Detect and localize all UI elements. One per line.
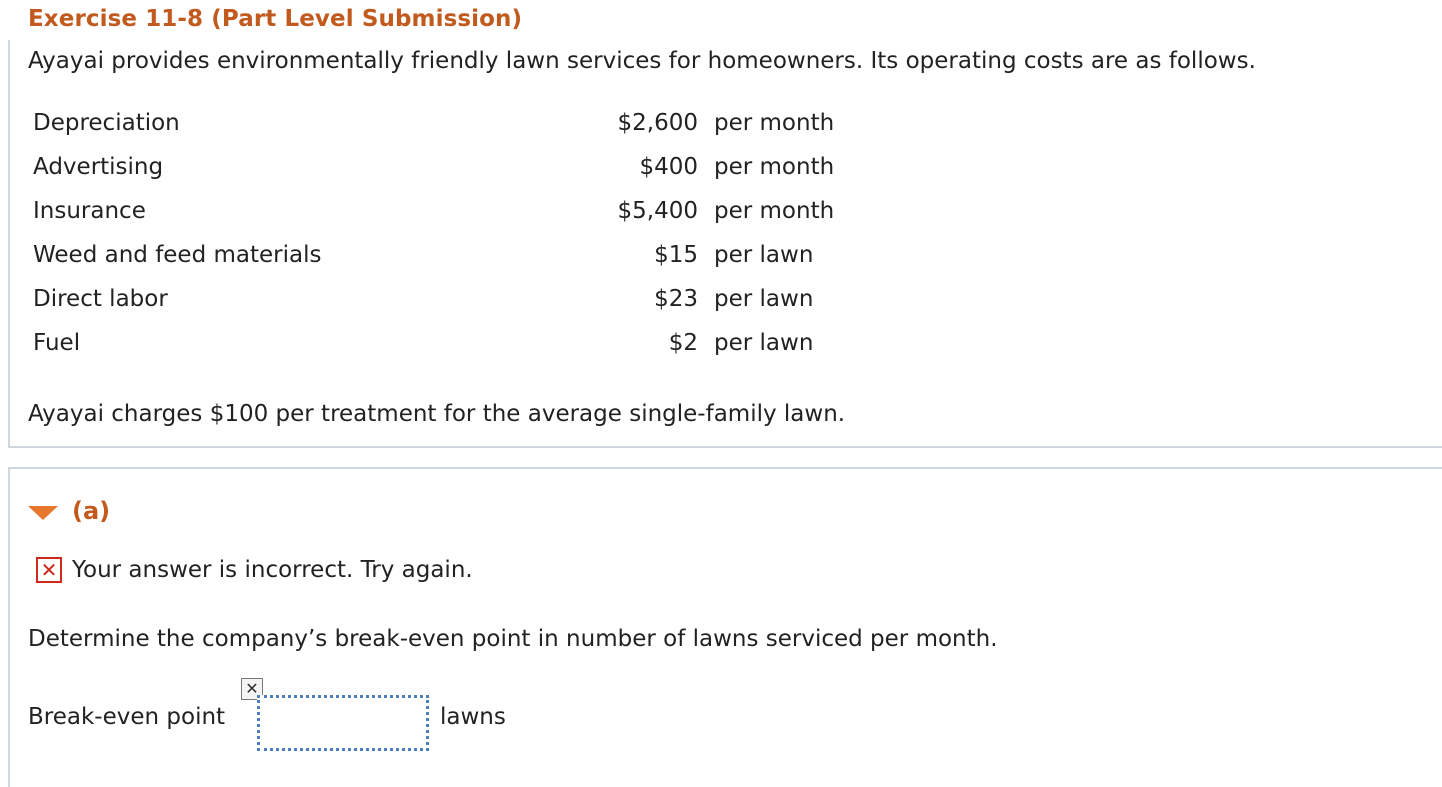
part-a-toggle[interactable]: (a) bbox=[28, 497, 110, 525]
cost-label: Insurance bbox=[33, 198, 146, 224]
cost-unit: per lawn bbox=[714, 330, 814, 356]
part-a-panel: (a) ✕ Your answer is incorrect. Try agai… bbox=[8, 467, 1442, 787]
question-text: Determine the company’s break-even point… bbox=[28, 626, 998, 652]
cost-unit: per month bbox=[714, 110, 835, 136]
cost-amount: $2,600 bbox=[617, 110, 698, 136]
cost-row: Depreciation $2,600 per month bbox=[10, 110, 910, 140]
cost-label: Weed and feed materials bbox=[33, 242, 322, 268]
cost-amount: $23 bbox=[654, 286, 698, 312]
answer-label: Break-even point bbox=[28, 704, 226, 730]
cost-amount: $2 bbox=[668, 330, 698, 356]
break-even-input[interactable] bbox=[257, 695, 429, 751]
cost-unit: per month bbox=[714, 154, 835, 180]
problem-intro: Ayayai provides environmentally friendly… bbox=[28, 48, 1256, 74]
cost-unit: per lawn bbox=[714, 242, 814, 268]
cost-row: Direct labor $23 per lawn bbox=[10, 286, 910, 316]
cost-amount: $5,400 bbox=[617, 198, 698, 224]
x-icon: ✕ bbox=[36, 557, 62, 583]
cost-row: Advertising $400 per month bbox=[10, 154, 910, 184]
cost-unit: per month bbox=[714, 198, 835, 224]
charge-text: Ayayai charges $100 per treatment for th… bbox=[28, 401, 846, 427]
cost-row: Weed and feed materials $15 per lawn bbox=[10, 242, 910, 272]
feedback-message: ✕ Your answer is incorrect. Try again. bbox=[36, 557, 473, 583]
answer-unit: lawns bbox=[440, 704, 506, 730]
cost-amount: $15 bbox=[654, 242, 698, 268]
cost-unit: per lawn bbox=[714, 286, 814, 312]
cost-row: Insurance $5,400 per month bbox=[10, 198, 910, 228]
cost-label: Depreciation bbox=[33, 110, 180, 136]
feedback-text: Your answer is incorrect. Try again. bbox=[72, 557, 473, 583]
problem-panel: Ayayai provides environmentally friendly… bbox=[8, 40, 1442, 448]
triangle-down-icon bbox=[28, 506, 58, 520]
exercise-title: Exercise 11-8 (Part Level Submission) bbox=[28, 6, 523, 32]
part-label: (a) bbox=[72, 497, 111, 525]
cost-amount: $400 bbox=[639, 154, 698, 180]
cost-label: Fuel bbox=[33, 330, 81, 356]
cost-row: Fuel $2 per lawn bbox=[10, 330, 910, 360]
cost-label: Advertising bbox=[33, 154, 164, 180]
cost-label: Direct labor bbox=[33, 286, 168, 312]
